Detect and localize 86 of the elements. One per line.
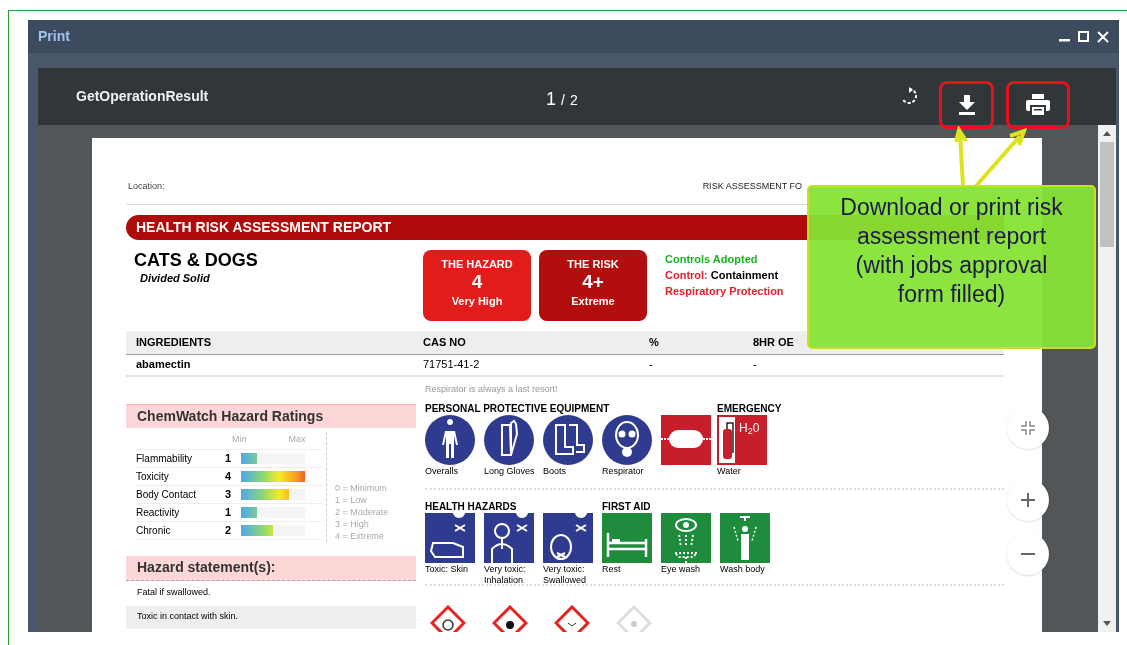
rating-name: Toxicity	[136, 469, 170, 484]
table-cell-text: abamectin	[135, 357, 192, 373]
rating-value: 4	[225, 468, 233, 484]
control-line: Respiratory Protection	[665, 283, 784, 299]
sign-text: H$_{2}$0	[739, 420, 760, 435]
icon-caption: Rest	[602, 563, 622, 575]
legend-entry: 4 = Extreme	[335, 529, 385, 542]
boots-icon	[543, 414, 593, 465]
hazard-statement: Fatal if swallowed.	[136, 586, 212, 600]
legend-entry: 0 = Minimum	[335, 481, 388, 494]
icon-caption: Wash body	[720, 563, 766, 575]
maximize-icon[interactable]	[1078, 31, 1089, 42]
control-line: Control: Containment	[665, 267, 780, 283]
hazard-statement: Toxic in contact with skin.	[126, 605, 416, 629]
table-cell-text: -	[649, 357, 654, 373]
scroll-thumb[interactable]	[1100, 142, 1114, 247]
rating-badge: THE RISK 4+ Extreme	[539, 249, 647, 321]
min-label: Min	[232, 433, 247, 447]
icon-caption: Boots	[543, 465, 567, 477]
icon-caption: Long Gloves	[484, 465, 536, 477]
table-cell-text: -	[753, 357, 758, 373]
download-icon	[957, 95, 976, 115]
max-label: Max	[288, 433, 306, 447]
scrollbar[interactable]	[1098, 125, 1116, 632]
print-icon	[1026, 94, 1050, 116]
document-title: GetOperationResult	[76, 87, 209, 106]
icon-caption: Water	[717, 465, 742, 477]
gloves-icon	[484, 414, 534, 465]
risk-assessment-for: RISK ASSESSMENT FO	[702, 180, 802, 193]
legend-entry: 2 = Moderate	[335, 505, 389, 518]
section-heading: ChemWatch Hazard Ratings	[126, 403, 416, 428]
swallowed-hazard-icon	[543, 512, 593, 563]
product-name: CATS & DOGS	[134, 249, 259, 270]
rating-badge: THE HAZARD 4 Very High	[423, 249, 531, 321]
rating-name: Flammability	[136, 451, 194, 466]
legend-entry: 3 = High	[335, 517, 370, 530]
overalls-icon	[425, 414, 475, 465]
extinguisher-icon	[717, 414, 767, 465]
location-label: Location:	[128, 180, 165, 193]
rating-value: 1	[225, 504, 233, 520]
eye-wash-icon	[661, 512, 711, 563]
table-cell-text: 71751-41-2	[423, 357, 481, 373]
close-icon[interactable]	[1097, 30, 1109, 43]
tank-icon	[661, 414, 711, 465]
legend-entry: 1 = Low	[335, 493, 368, 506]
column-header: CAS NO	[423, 334, 467, 350]
bed-icon	[602, 512, 652, 563]
page-separator: /	[561, 91, 565, 110]
rating-name: Body Contact	[136, 487, 198, 502]
collapse-icon	[1021, 421, 1035, 435]
download-button[interactable]	[939, 81, 994, 129]
icon-caption: Respirator	[602, 465, 645, 477]
page-number: 1	[546, 88, 556, 111]
plus-icon	[1021, 493, 1035, 507]
callout-note: Download or print risk assessment report (with jobs approval form filled)	[807, 185, 1096, 349]
rating-name: Chronic	[136, 523, 172, 538]
scroll-up-icon[interactable]	[1103, 131, 1111, 136]
section-heading: FIRST AID	[602, 499, 652, 510]
icon-caption: Very toxic: Inhalation	[484, 563, 527, 586]
print-button[interactable]	[1006, 81, 1070, 129]
section-heading: EMERGENCY	[717, 401, 782, 412]
rating-value: 2	[225, 522, 233, 538]
section-heading: HEALTH HAZARDS	[425, 499, 518, 510]
rating-value: 1	[225, 450, 233, 466]
inhalation-hazard-icon	[484, 512, 534, 563]
column-header: 8HR OE	[753, 334, 795, 350]
respirator-icon	[602, 414, 652, 465]
controls-heading: Controls Adopted	[665, 251, 759, 267]
icon-caption: Very toxic: Swallowed	[543, 563, 588, 586]
column-header: INGREDIENTS	[135, 334, 213, 350]
page-total: 2	[569, 91, 578, 110]
scroll-down-icon[interactable]	[1103, 621, 1111, 626]
section-heading: PERSONAL PROTECTIVE EQUIPMENT	[425, 401, 611, 412]
icon-caption: Toxic: Skin	[425, 563, 469, 575]
window-title: Print	[38, 27, 70, 46]
icon-caption: Overalls	[425, 465, 459, 477]
column-header: %	[649, 334, 660, 350]
respirator-note: Respirator is always a last resort!	[425, 382, 559, 396]
wash-body-icon	[720, 512, 770, 563]
section-heading: Hazard statement(s):	[126, 555, 416, 581]
skin-hazard-icon	[425, 512, 475, 563]
product-form: Divided Solid	[140, 270, 211, 286]
rotate-icon[interactable]	[900, 87, 918, 105]
rating-value: 3	[225, 486, 233, 502]
icon-caption: Eye wash	[661, 563, 702, 575]
rating-name: Reactivity	[136, 505, 181, 520]
